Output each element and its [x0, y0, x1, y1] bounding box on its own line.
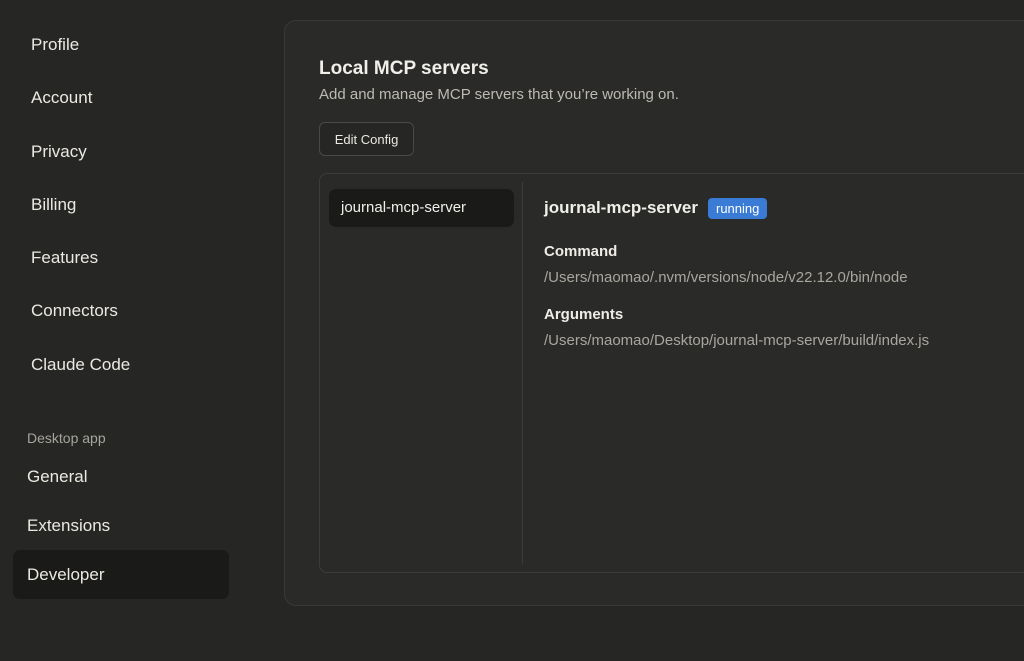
settings-window: Profile Account Privacy Billing Features… — [0, 0, 1024, 661]
sidebar-section-desktop-app: Desktop app — [27, 430, 106, 446]
sidebar-item-developer-label: Developer — [27, 565, 105, 584]
settings-sidebar: Profile Account Privacy Billing Features… — [0, 0, 240, 661]
sidebar-item-features[interactable]: Features — [31, 246, 98, 270]
sidebar-item-account[interactable]: Account — [31, 86, 92, 110]
mcp-servers-container — [319, 173, 1024, 573]
sidebar-item-connectors[interactable]: Connectors — [31, 299, 118, 323]
server-list-item[interactable]: journal-mcp-server — [329, 189, 514, 227]
arguments-value: /Users/maomao/Desktop/journal-mcp-server… — [544, 332, 930, 349]
sidebar-item-claude-code[interactable]: Claude Code — [31, 353, 130, 377]
page-title: Local MCP servers — [319, 58, 489, 79]
command-label: Command — [544, 243, 618, 260]
arguments-label: Arguments — [544, 306, 624, 323]
sidebar-item-privacy[interactable]: Privacy — [31, 140, 87, 164]
edit-config-button[interactable]: Edit Config — [319, 122, 414, 156]
list-divider — [522, 182, 523, 564]
status-badge: running — [708, 198, 768, 219]
sidebar-item-billing[interactable]: Billing — [31, 193, 76, 217]
page-subtitle: Add and manage MCP servers that you’re w… — [319, 86, 679, 103]
server-detail-name: journal-mcp-server — [544, 198, 698, 217]
sidebar-item-extensions[interactable]: Extensions — [27, 514, 110, 538]
sidebar-item-general[interactable]: General — [27, 465, 87, 489]
sidebar-item-profile[interactable]: Profile — [31, 33, 79, 57]
command-value: /Users/maomao/.nvm/versions/node/v22.12.… — [544, 269, 908, 286]
